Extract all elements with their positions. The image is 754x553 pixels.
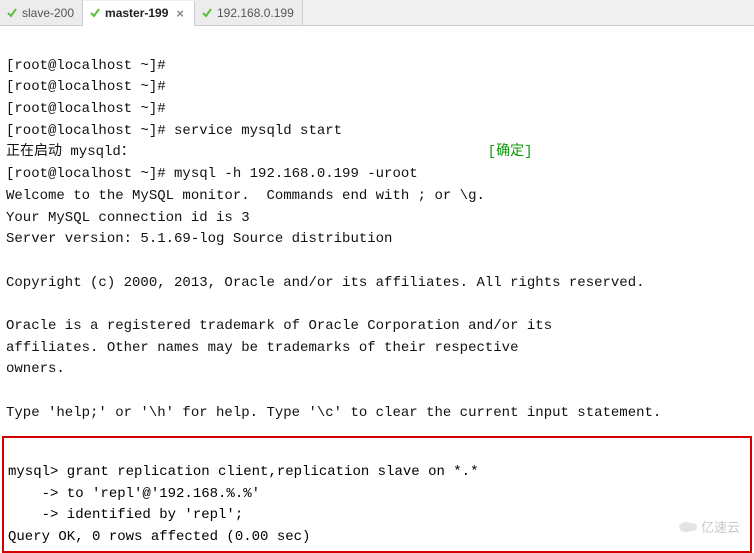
check-icon — [89, 7, 101, 19]
terminal-line: [root@localhost ~]# — [6, 58, 166, 74]
terminal-output[interactable]: [root@localhost ~]# [root@localhost ~]# … — [0, 26, 754, 430]
terminal-line: affiliates. Other names may be trademark… — [6, 340, 518, 356]
terminal-line: mysql> grant replication client,replicat… — [8, 464, 478, 480]
tab-slave-200[interactable]: slave-200 — [0, 0, 83, 25]
terminal-line: Oracle is a registered trademark of Orac… — [6, 318, 552, 334]
terminal-line: Type 'help;' or '\h' for help. Type '\c'… — [6, 405, 661, 421]
terminal-line: owners. — [6, 361, 65, 377]
highlighted-sql-block: mysql> grant replication client,replicat… — [2, 436, 752, 552]
terminal-line: Query OK, 0 rows affected (0.00 sec) — [8, 529, 310, 545]
terminal-line: -> to 'repl'@'192.168.%.%' — [8, 486, 260, 502]
terminal-line: Server version: 5.1.69-log Source distri… — [6, 231, 392, 247]
terminal-line: Welcome to the MySQL monitor. Commands e… — [6, 188, 485, 204]
terminal-line: [root@localhost ~]# mysql -h 192.168.0.1… — [6, 166, 418, 182]
terminal-line: Copyright (c) 2000, 2013, Oracle and/or … — [6, 275, 645, 291]
terminal-line: [root@localhost ~]# — [6, 101, 166, 117]
watermark: 亿速云 — [679, 517, 740, 536]
status-ok: [确定] — [488, 144, 533, 160]
tab-label: slave-200 — [22, 6, 74, 20]
check-icon — [6, 7, 18, 19]
terminal-line: 正在启动 mysqld： — [6, 144, 135, 160]
tab-master-199[interactable]: master-199 × — [83, 1, 195, 26]
check-icon — [201, 7, 213, 19]
terminal-line: [root@localhost ~]# service mysqld start — [6, 123, 342, 139]
close-icon[interactable]: × — [174, 6, 186, 21]
terminal-line: -> identified by 'repl'; — [8, 507, 243, 523]
tab-192-168-0-199[interactable]: 192.168.0.199 — [195, 0, 303, 25]
tab-label: master-199 — [105, 6, 168, 20]
tab-bar: slave-200 master-199 × 192.168.0.199 — [0, 0, 754, 26]
tab-label: 192.168.0.199 — [217, 6, 294, 20]
terminal-line: Your MySQL connection id is 3 — [6, 210, 250, 226]
watermark-text: 亿速云 — [701, 517, 740, 536]
terminal-line: [root@localhost ~]# — [6, 79, 166, 95]
cloud-icon — [679, 521, 697, 533]
